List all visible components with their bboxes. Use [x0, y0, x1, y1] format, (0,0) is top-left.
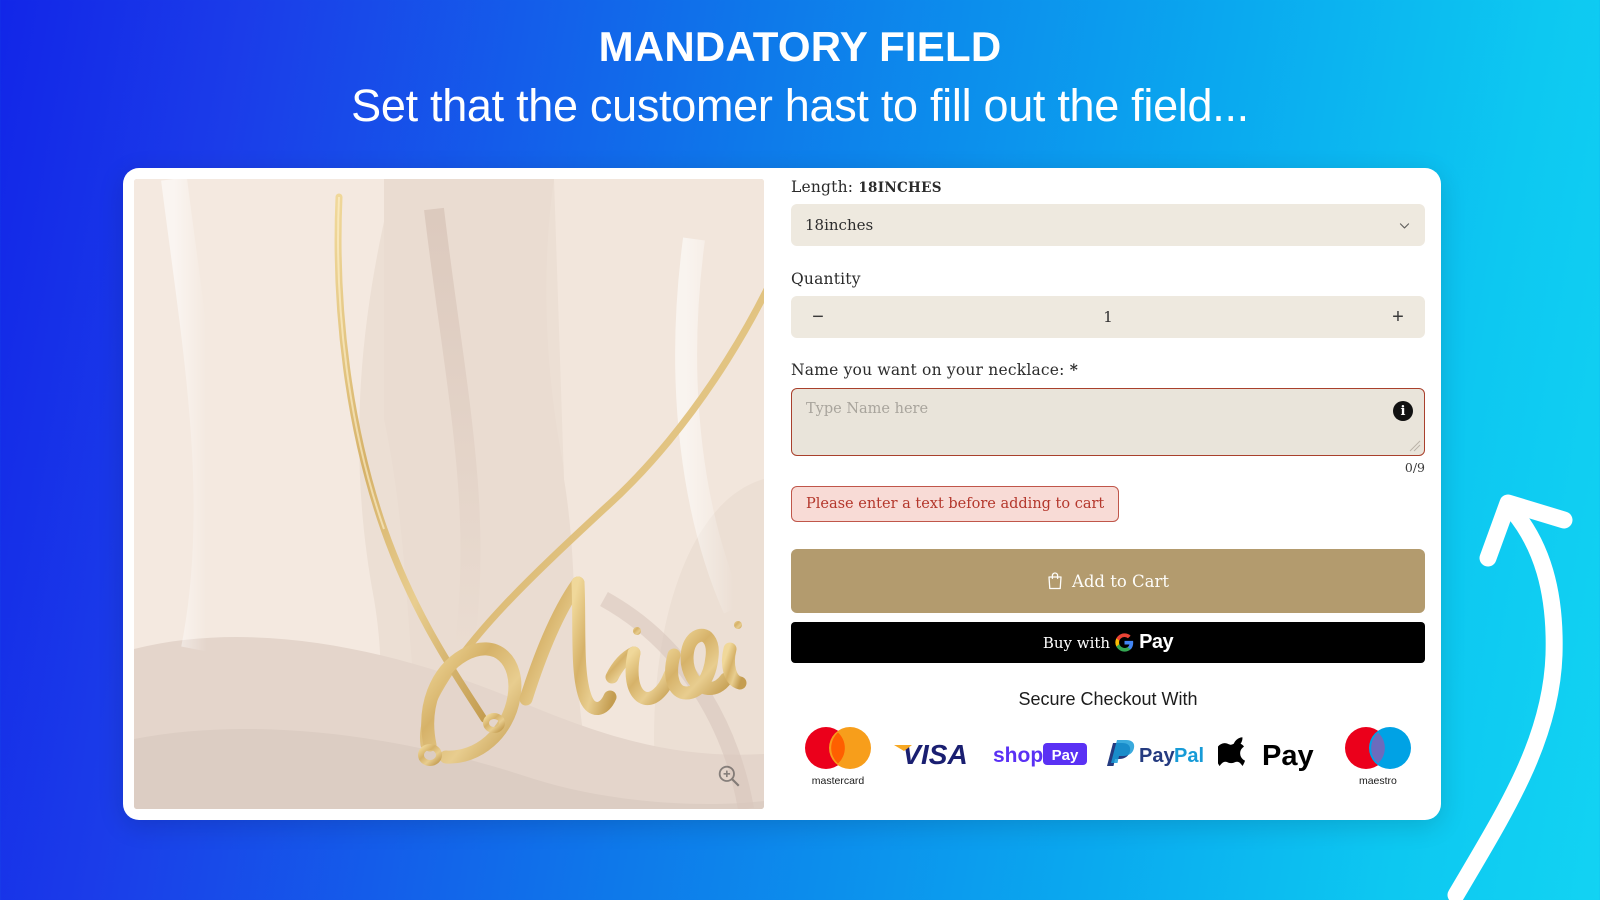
quantity-value[interactable]: 1	[1103, 308, 1113, 326]
add-to-cart-button[interactable]: Add to Cart	[791, 549, 1425, 613]
maestro-caption: maestro	[1358, 775, 1397, 787]
curved-arrow-up-left-icon	[1447, 494, 1573, 900]
personalization-placeholder: Type Name here	[806, 401, 929, 417]
visa-icon: VISA	[894, 739, 968, 770]
personalization-input[interactable]: Type Name here	[791, 388, 1425, 456]
info-icon-glyph: i	[1400, 403, 1406, 419]
personalization-input-wrap: Type Name here i	[791, 388, 1425, 456]
quantity-increase-button[interactable]: +	[1387, 307, 1409, 327]
product-image[interactable]	[134, 179, 764, 809]
add-to-cart-label: Add to Cart	[1071, 571, 1170, 591]
shop-pay-icon: shop Pay	[993, 743, 1088, 767]
page-subtitle: Set that the customer hast to fill out t…	[351, 79, 1249, 131]
maestro-icon	[1344, 727, 1411, 769]
mastercard-icon	[805, 727, 871, 769]
google-g-icon	[1115, 633, 1134, 652]
shopping-bag-icon	[1048, 572, 1062, 590]
length-select-value: 18inches	[805, 216, 874, 234]
magnifier-plus-icon[interactable]	[716, 763, 742, 789]
payment-method-apple-pay: Pay	[1217, 735, 1326, 775]
paypal-icon: Pay Pal	[1106, 740, 1204, 767]
payment-method-maestro: maestro	[1337, 723, 1419, 787]
buy-with-gpay-button[interactable]: Buy with Pay	[791, 622, 1425, 663]
character-counter: 0/9	[1404, 460, 1425, 475]
product-form: Length: 18INCHES 18inches Quantity − 1 +…	[775, 168, 1441, 820]
payment-method-visa: VISA	[890, 737, 980, 773]
svg-text:shop: shop	[993, 744, 1043, 767]
required-marker: *	[1069, 360, 1079, 379]
personalization-label: Name you want on your necklace: *	[791, 360, 1425, 379]
svg-text:Pay: Pay	[1052, 747, 1079, 764]
validation-error-message: Please enter a text before adding to car…	[791, 486, 1120, 522]
product-media	[123, 168, 775, 820]
quantity-decrease-button[interactable]: −	[807, 307, 829, 327]
length-label: Length: 18INCHES	[791, 178, 1425, 196]
payment-method-paypal: Pay Pal	[1103, 739, 1207, 771]
svg-text:Pay: Pay	[1139, 745, 1175, 767]
length-label-text: Length:	[791, 178, 854, 196]
quantity-label: Quantity	[791, 270, 861, 288]
svg-text:VISA: VISA	[903, 739, 968, 770]
hero-heading-block: MANDATORY FIELD Set that the customer ha…	[0, 0, 1600, 134]
gpay-label: Pay	[1139, 631, 1174, 653]
svg-text:Pal: Pal	[1174, 745, 1204, 767]
payment-method-shop-pay: shop Pay	[991, 739, 1091, 771]
product-card: Length: 18INCHES 18inches Quantity − 1 +…	[123, 168, 1441, 820]
page-title: MANDATORY FIELD	[598, 23, 1002, 70]
chevron-down-icon	[1399, 222, 1410, 229]
payment-method-mastercard: mastercard	[797, 723, 879, 787]
mastercard-caption: mastercard	[811, 775, 865, 787]
secure-checkout-title: Secure Checkout With	[1018, 689, 1198, 709]
length-select[interactable]: 18inches	[791, 204, 1425, 246]
svg-text:Pay: Pay	[1262, 740, 1314, 772]
quantity-stepper: − 1 +	[791, 296, 1425, 338]
payment-methods-row: mastercard VISA shop Pay Pay Pal Pay mae…	[791, 723, 1425, 787]
necklace-photo-illustration	[134, 179, 764, 809]
resize-handle-icon[interactable]	[1409, 440, 1421, 452]
gpay-prefix-label: Buy with	[1042, 633, 1111, 652]
apple-pay-icon: Pay	[1217, 737, 1314, 772]
info-icon[interactable]: i	[1393, 401, 1413, 421]
personalization-label-text: Name you want on your necklace:	[791, 361, 1065, 379]
length-label-value: 18INCHES	[858, 180, 942, 196]
